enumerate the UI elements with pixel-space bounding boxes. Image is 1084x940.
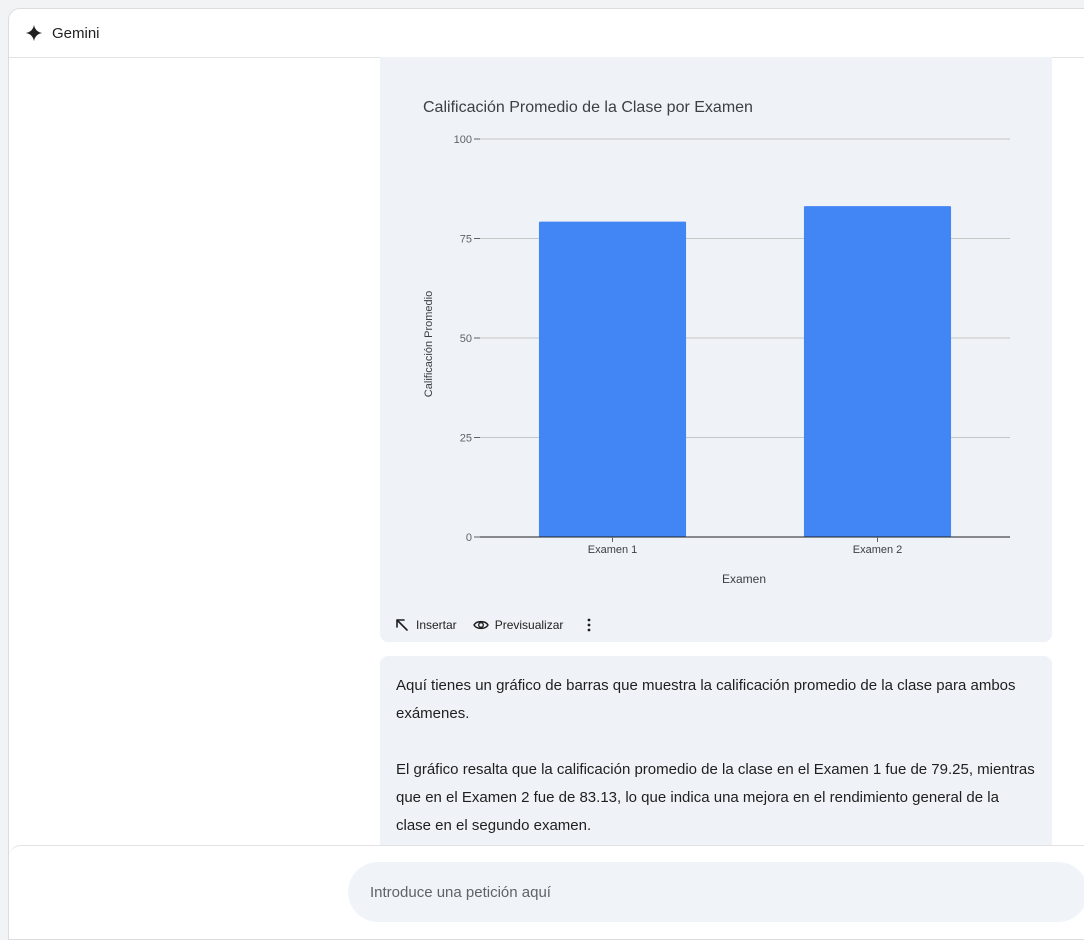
- more-vert-icon: [587, 618, 591, 632]
- gemini-sparkle-icon: [25, 24, 43, 42]
- bar-1[interactable]: [538, 221, 687, 537]
- insert-label: Insertar: [416, 618, 457, 632]
- bar-chart: 0 25 50 75 100 Examen 1 Examen 2 Calificación …: [423, 99, 1010, 586]
- more-options-button[interactable]: [581, 617, 597, 633]
- insert-button[interactable]: Insertar: [394, 617, 457, 633]
- chart-actions: Insertar Previsualizar: [394, 613, 597, 637]
- chart-title: Calificación Promedio de la Clase por Ex…: [423, 99, 753, 116]
- y-tick-label: 50: [460, 333, 472, 345]
- x-tick-label: Examen 1: [588, 544, 638, 556]
- arrow-up-left-icon: [396, 619, 408, 631]
- app-panel: Gemini 0 25 50 75 100 Examen 1 Examen 2 Califi…: [8, 8, 1084, 940]
- x-tick-label: Examen 2: [853, 544, 903, 556]
- response-paragraph-1: Aquí tienes un gráfico de barras que mue…: [396, 677, 1016, 722]
- x-axis-label: Examen: [722, 572, 766, 586]
- app-title: Gemini: [52, 24, 100, 42]
- prompt-box[interactable]: [348, 862, 1084, 922]
- top-bar: Gemini: [9, 9, 1084, 58]
- brand[interactable]: Gemini: [25, 24, 100, 42]
- eye-icon: [472, 620, 489, 630]
- chart-card: 0 25 50 75 100 Examen 1 Examen 2 Calificación …: [380, 57, 1052, 642]
- bar-2[interactable]: [803, 206, 952, 538]
- y-tick-label: 100: [454, 134, 472, 146]
- y-tick-label: 0: [466, 532, 472, 544]
- y-tick-label: 25: [460, 433, 472, 445]
- response-paragraph-2: El gráfico resalta que la calificación p…: [396, 761, 1035, 834]
- prompt-input[interactable]: [368, 882, 1072, 902]
- y-axis-label: Calificación Promedio: [423, 291, 435, 397]
- input-area: [9, 845, 1084, 939]
- y-tick-label: 75: [460, 234, 472, 246]
- preview-label: Previsualizar: [494, 618, 564, 632]
- preview-button[interactable]: Previsualizar: [472, 617, 564, 633]
